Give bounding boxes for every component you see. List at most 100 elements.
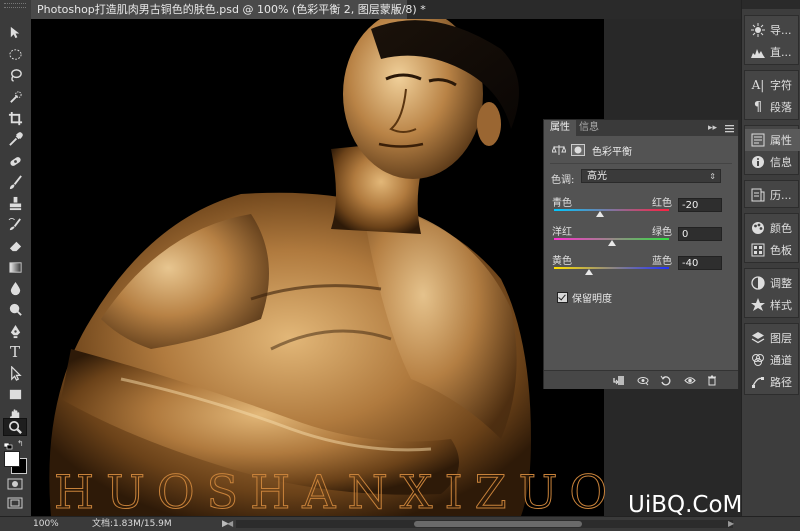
swap-colors-icon[interactable]: ↰ [17, 439, 24, 448]
slider-right-label: 红色 [652, 198, 672, 209]
tone-label: 色调: [551, 175, 575, 186]
scroll-right-icon[interactable]: ▶ [728, 517, 734, 531]
character-icon: A| [751, 78, 765, 92]
dock-item-paths[interactable]: 路径 [745, 371, 800, 393]
dock-item-label: 样式 [770, 299, 792, 312]
quick-select-tool-icon[interactable] [3, 88, 27, 106]
scroll-left-icon[interactable]: ◀ [227, 517, 233, 531]
dock-item-character[interactable]: A| 字符 [745, 74, 800, 96]
slider-right-label: 绿色 [652, 227, 672, 238]
document-tab-bar: Photoshop打造肌肉男古铜色的肤色.psd @ 100% (色彩平衡 2,… [31, 0, 741, 20]
type-tool-icon[interactable]: T [3, 343, 27, 361]
eraser-tool-icon[interactable] [3, 236, 27, 254]
dock-item-navigator[interactable]: 导... [745, 19, 800, 41]
healing-brush-tool-icon[interactable] [3, 152, 27, 170]
watermark-text: HUOSHANXIZUO [54, 465, 619, 516]
document-image[interactable] [31, 19, 604, 516]
navigator-icon [750, 22, 766, 38]
dock-item-adjustments[interactable]: 调整 [745, 272, 800, 294]
dock-item-label: 字符 [770, 79, 792, 92]
slider-value-field[interactable]: 0 [678, 227, 722, 241]
dock-header[interactable] [742, 0, 800, 9]
document-tab[interactable]: Photoshop打造肌肉男古铜色的肤色.psd @ 100% (色彩平衡 2,… [31, 0, 426, 19]
preserve-luminosity-label: 保留明度 [572, 294, 612, 305]
dock-item-info[interactable]: 信息 [745, 151, 800, 173]
toggle-visibility-icon[interactable] [683, 374, 697, 386]
styles-icon [750, 297, 766, 313]
dock-item-label: 直... [770, 46, 792, 59]
slider-value-field[interactable]: -20 [678, 198, 722, 212]
history-brush-tool-icon[interactable] [3, 215, 27, 233]
scrollbar-thumb[interactable] [414, 521, 582, 527]
info-icon [750, 154, 766, 170]
blur-tool-icon[interactable] [3, 279, 27, 297]
slider-value-field[interactable]: -40 [678, 256, 722, 270]
quick-mask-icon[interactable] [7, 478, 23, 490]
gradient-tool-icon[interactable] [3, 258, 27, 276]
document-title: Photoshop打造肌肉男古铜色的肤色.psd @ 100% (色彩平衡 2,… [37, 3, 426, 16]
slider-thumb[interactable] [607, 240, 616, 246]
toolbar-grip[interactable] [4, 3, 26, 8]
delete-adjustment-icon[interactable] [705, 374, 719, 386]
default-colors-icon[interactable] [3, 440, 13, 450]
close-tab-icon[interactable]: × [392, 0, 401, 19]
dock-group-type: A| 字符 ¶ 段落 [744, 70, 799, 120]
paths-icon [750, 374, 766, 390]
shape-tool-icon[interactable] [3, 385, 27, 403]
foreground-color-swatch[interactable] [4, 451, 20, 467]
channels-icon [750, 352, 766, 368]
dock-item-color[interactable]: 颜色 [745, 217, 800, 239]
dock-item-properties[interactable]: 属性 [745, 129, 800, 151]
slider-right-label: 蓝色 [652, 256, 672, 267]
properties-header: 属性 信息 ▸▸ [544, 120, 738, 136]
marquee-tool-icon[interactable] [3, 45, 27, 63]
dock-item-histogram[interactable]: 直... [745, 41, 800, 63]
dock-item-paragraph[interactable]: ¶ 段落 [745, 96, 800, 118]
eyedropper-tool-icon[interactable] [3, 130, 27, 148]
preserve-luminosity[interactable]: 保留明度 [557, 290, 612, 305]
slider-track[interactable] [554, 209, 669, 211]
clone-stamp-tool-icon[interactable] [3, 194, 27, 212]
histogram-icon [750, 44, 766, 60]
crop-tool-icon[interactable] [3, 109, 27, 127]
view-previous-state-icon[interactable] [636, 374, 650, 386]
collapse-panel-icon[interactable]: ▸▸ [708, 120, 717, 136]
type-tool-glyph: T [9, 343, 20, 361]
horizontal-scrollbar[interactable] [236, 520, 733, 528]
slider-thumb[interactable] [584, 269, 593, 275]
slider-thumb[interactable] [596, 211, 604, 217]
move-tool-icon[interactable] [3, 23, 27, 41]
dock-item-label: 调整 [770, 277, 792, 290]
clip-to-layer-icon[interactable] [612, 374, 626, 386]
dock-item-label: 颜色 [770, 222, 792, 235]
slider-track[interactable] [554, 267, 669, 269]
reset-adjustment-icon[interactable] [659, 374, 673, 386]
lasso-tool-icon[interactable] [3, 66, 27, 84]
document-info[interactable]: 文档:1.83M/15.9M [92, 517, 172, 531]
dock-item-channels[interactable]: 通道 [745, 349, 800, 371]
dock-item-history[interactable]: 历... [745, 184, 800, 206]
dock-group-navigator: 导... 直... [744, 15, 799, 65]
tab-info[interactable]: 信息 [579, 120, 599, 136]
dodge-tool-icon[interactable] [3, 300, 27, 318]
tone-select[interactable]: 高光 ⇕ [581, 169, 721, 183]
path-select-tool-icon[interactable] [3, 364, 27, 382]
pen-tool-icon[interactable] [3, 322, 27, 340]
dock-item-styles[interactable]: 样式 [745, 294, 800, 316]
dock-item-label: 通道 [770, 354, 792, 367]
color-icon [750, 220, 766, 236]
preserve-luminosity-checkbox[interactable] [557, 292, 568, 303]
watermark-logo: UiBQ.CoM [628, 492, 741, 516]
screen-mode-icon[interactable] [7, 497, 23, 509]
swatches-icon [750, 242, 766, 258]
brush-tool-icon[interactable] [3, 173, 27, 191]
status-bar: 100% 文档:1.83M/15.9M ▶ ◀ ▶ [0, 516, 800, 531]
panel-menu-icon[interactable] [725, 123, 734, 133]
layer-mask-icon[interactable] [571, 144, 585, 156]
zoom-tool-icon[interactable] [3, 418, 27, 436]
dock-item-swatches[interactable]: 色板 [745, 239, 800, 261]
zoom-field[interactable]: 100% [33, 518, 67, 530]
panel-dock: 导... 直... A| 字符 ¶ 段落 属性 信息 历... 颜色 色板 调整… [741, 0, 800, 516]
dock-item-layers[interactable]: 图层 [745, 327, 800, 349]
tab-properties[interactable]: 属性 [544, 120, 576, 136]
